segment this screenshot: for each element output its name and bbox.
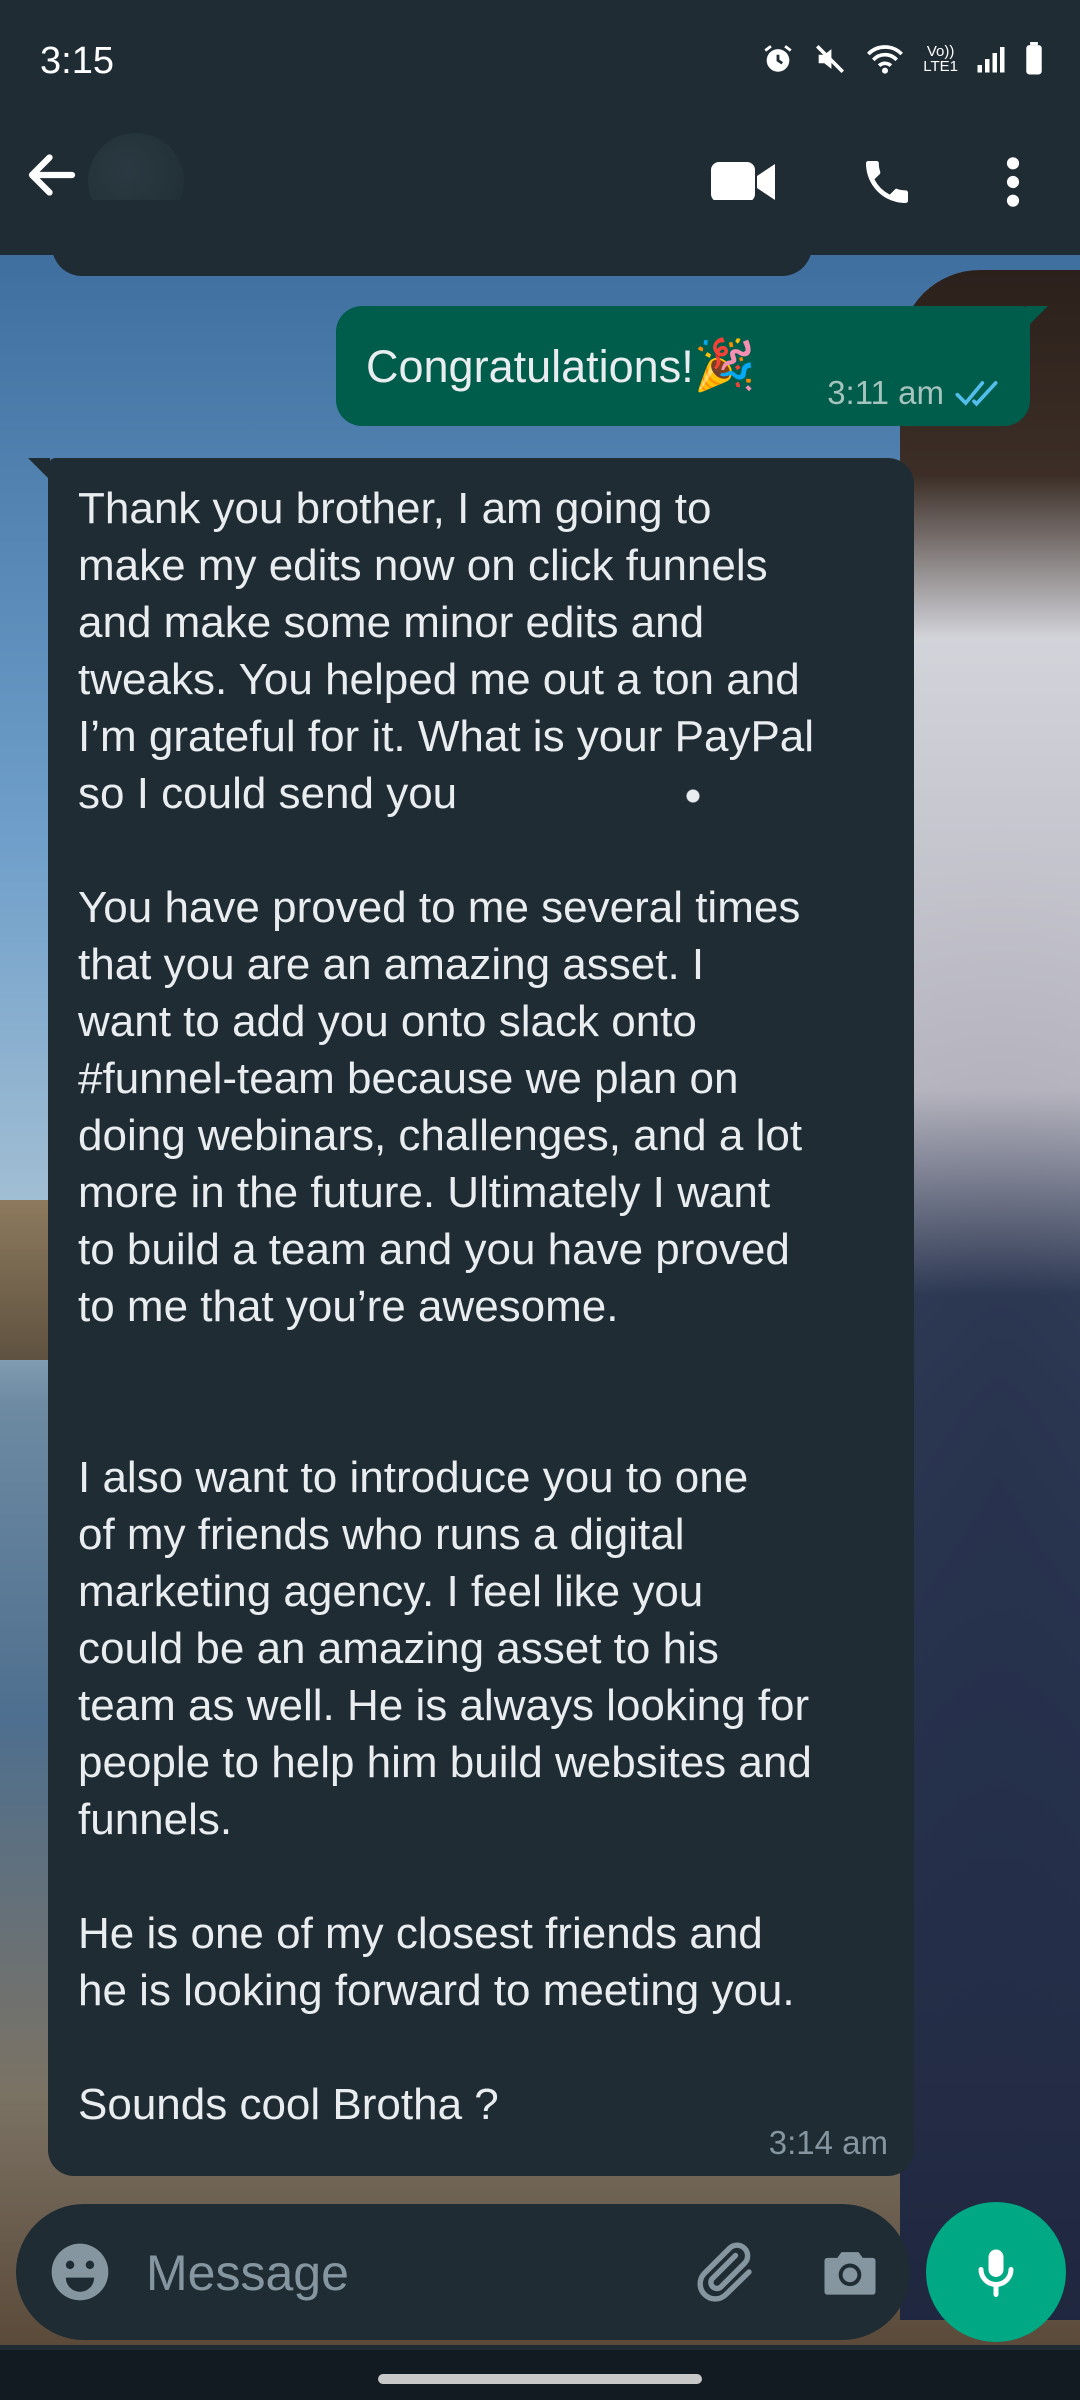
alarm-icon xyxy=(764,45,792,72)
attach-button[interactable] xyxy=(686,2236,758,2308)
message-paragraph-1: Thank you brother, I am going to make my… xyxy=(78,484,815,818)
microphone-icon xyxy=(978,2249,1014,2297)
camera-button[interactable] xyxy=(816,2238,884,2306)
message-paragraph-3: I also want to introduce you to one of m… xyxy=(78,1453,812,1844)
more-vert-icon xyxy=(1006,157,1020,207)
message-paragraph-5: Sounds cool Brotha ? xyxy=(78,2080,499,2129)
message-meta: 3:11 am xyxy=(827,374,1004,412)
emoji-button[interactable] xyxy=(46,2238,114,2306)
double-check-icon xyxy=(955,381,998,407)
message-time: 3:14 am xyxy=(768,2124,888,2161)
more-options-button[interactable] xyxy=(978,147,1048,217)
message-body: Thank you brother, I am going to make my… xyxy=(78,480,908,2133)
bubble-tail xyxy=(1026,306,1048,328)
back-button[interactable] xyxy=(22,145,82,205)
signal-icon xyxy=(977,47,1005,73)
voice-call-button[interactable] xyxy=(852,147,922,217)
volte-icon: Vo)) LTE1 xyxy=(923,43,958,75)
message-composer xyxy=(16,2204,910,2340)
wallpaper-person xyxy=(900,270,1080,2320)
phone-call-icon xyxy=(866,161,908,203)
message-paragraph-2: You have proved to me several times that… xyxy=(78,883,803,1331)
status-time: 3:15 xyxy=(40,40,114,82)
outgoing-message[interactable]: Congratulations!🎉 3:11 am xyxy=(336,306,1048,426)
video-call-icon xyxy=(711,162,775,202)
voice-message-button[interactable] xyxy=(926,2202,1066,2342)
bubble-tail xyxy=(28,458,50,480)
message-body: Congratulations! xyxy=(366,341,694,392)
party-popper-emoji: 🎉 xyxy=(693,337,756,393)
message-time: 3:11 am xyxy=(827,374,944,411)
battery-icon xyxy=(1026,42,1042,75)
status-bar: 3:15 Vo)) LTE1 xyxy=(0,0,1080,125)
previous-message-bubble xyxy=(52,200,812,276)
message-paragraph-4: He is one of my closest friends and he i… xyxy=(78,1909,795,2015)
status-icons: Vo)) LTE1 xyxy=(761,42,1044,76)
incoming-message[interactable]: Thank you brother, I am going to make my… xyxy=(28,458,914,2176)
paperclip-icon xyxy=(697,2242,752,2302)
message-text: Congratulations!🎉 xyxy=(366,336,756,395)
camera-icon xyxy=(824,2252,876,2295)
home-gesture-handle[interactable] xyxy=(378,2374,702,2384)
emoji-icon xyxy=(51,2243,109,2301)
redacted-mark xyxy=(657,774,718,819)
wifi-icon xyxy=(867,45,904,74)
back-arrow-icon xyxy=(28,154,76,196)
message-input[interactable] xyxy=(144,2236,668,2310)
mute-icon xyxy=(816,44,845,74)
system-nav-bar xyxy=(0,2350,1080,2400)
